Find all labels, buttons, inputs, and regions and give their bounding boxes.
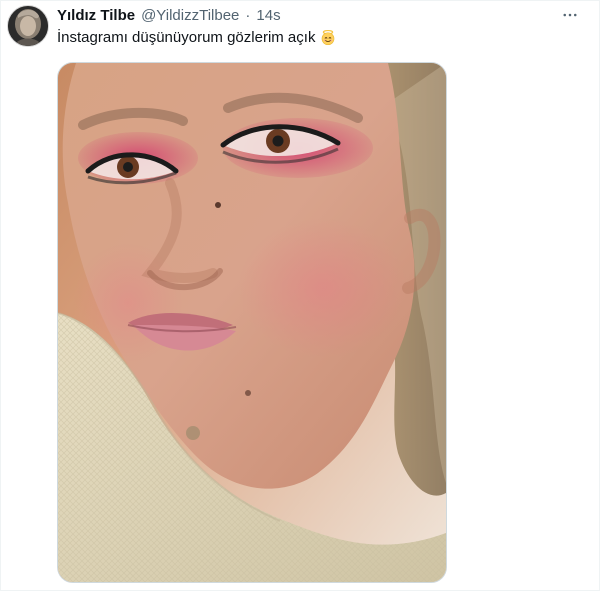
portrait-photo xyxy=(58,63,446,582)
meta-separator: · xyxy=(245,7,251,24)
tweet-media[interactable] xyxy=(57,62,447,583)
user-handle[interactable]: @YildizzTilbee xyxy=(141,7,239,25)
avatar-image xyxy=(8,6,48,46)
tweet-text-content: İnstagramı düşünüyorum gözlerim açık xyxy=(57,29,316,46)
tweet-card[interactable]: Yıldız Tilbe @YildizzTilbee · 14s İnstag… xyxy=(0,0,600,591)
more-horizontal-icon[interactable] xyxy=(559,6,581,24)
angel-face-icon xyxy=(319,29,337,47)
tweet-text: İnstagramı düşünüyorum gözlerim açık xyxy=(57,28,337,48)
display-name[interactable]: Yıldız Tilbe xyxy=(57,7,135,25)
timestamp[interactable]: 14s xyxy=(256,7,280,25)
avatar[interactable] xyxy=(7,5,49,47)
tweet-header: Yıldız Tilbe @YildizzTilbee · 14s xyxy=(57,7,281,25)
